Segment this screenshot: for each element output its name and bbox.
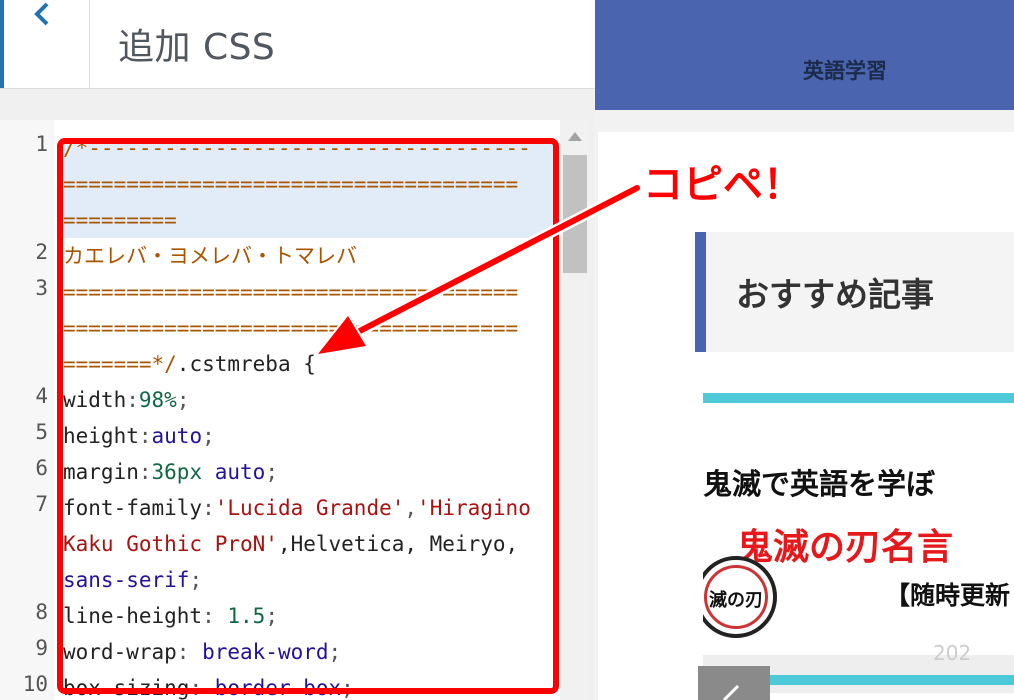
thumbnail-top-bar xyxy=(703,393,1014,403)
code-line: =======*/.cstmreba { xyxy=(63,352,316,376)
section-title: おすすめ記事 xyxy=(736,275,934,314)
code-line: height:auto; xyxy=(63,424,215,448)
code-line: /*----------------------------------- xyxy=(63,136,531,160)
line-number: 10 xyxy=(22,672,48,696)
code-line: ========= xyxy=(63,208,177,232)
edit-shortcut-button[interactable] xyxy=(698,666,770,700)
line-number: 5 xyxy=(35,420,48,444)
line-number: 2 xyxy=(35,240,48,264)
line-number: 9 xyxy=(35,636,48,660)
code-line: ==================================== xyxy=(63,280,519,304)
back-button[interactable] xyxy=(0,0,90,88)
code-line: margin:36px auto; xyxy=(63,460,278,484)
customizer-panel: 追加 CSS 1 2 3 4 5 6 7 8 9 10 /*----------… xyxy=(0,0,595,700)
line-number: 1 xyxy=(35,132,48,156)
chevron-left-icon xyxy=(34,2,49,26)
site-preview: 英語学習 おすすめ記事 鬼滅で英語を学ぼ 鬼滅の刃名言 【随時更新 滅の刃 20… xyxy=(595,0,1014,700)
code-line: ==================================== xyxy=(63,316,519,340)
scroll-up-arrow-icon[interactable] xyxy=(568,132,582,141)
logo-text: 滅の刃 xyxy=(709,590,763,611)
section-heading-box: おすすめ記事 xyxy=(695,232,1014,352)
article-thumbnail[interactable]: 鬼滅で英語を学ぼ 鬼滅の刃名言 【随時更新 滅の刃 202 xyxy=(703,393,1014,693)
pencil-icon xyxy=(722,684,740,700)
thumbnail-subtitle: 【随時更新 xyxy=(885,581,1011,610)
code-line: sans-serif; xyxy=(63,568,203,592)
line-number: 4 xyxy=(35,384,48,408)
code-line: word-wrap: break-word; xyxy=(63,640,342,664)
line-number: 6 xyxy=(35,456,48,480)
line-number: 7 xyxy=(35,492,48,516)
code-line: カエレバ・ヨメレバ・トマレバ xyxy=(63,244,357,268)
thumbnail-headline: 鬼滅で英語を学ぼ xyxy=(703,467,936,501)
scroll-thumb[interactable] xyxy=(563,155,587,273)
line-number-gutter: 1 2 3 4 5 6 7 8 9 10 xyxy=(0,120,54,700)
panel-header: 追加 CSS xyxy=(0,0,595,89)
site-header: 英語学習 xyxy=(595,0,1014,110)
article-date: 202 xyxy=(933,641,972,665)
editor-scrollbar[interactable] xyxy=(560,120,590,700)
line-number: 3 xyxy=(35,276,48,300)
code-line: line-height: 1.5; xyxy=(63,604,278,628)
kimetsu-logo: 滅の刃 xyxy=(703,556,777,638)
code-line: ==================================== xyxy=(63,172,519,196)
line-number: 8 xyxy=(35,600,48,624)
page-title: 追加 CSS xyxy=(118,27,276,68)
css-code-editor[interactable]: /*----------------------------------- ==… xyxy=(54,120,560,700)
code-line: Kaku Gothic ProN',Helvetica, Meiryo, xyxy=(63,532,519,556)
code-line: width:98%; xyxy=(63,388,190,412)
annotation-label: コピペ！ xyxy=(643,162,803,208)
code-line: box-sizing: border-box; xyxy=(63,676,354,700)
code-line: font-family:'Lucida Grande','Hiragino xyxy=(63,496,531,520)
thumbnail-red-title: 鬼滅の刃名言 xyxy=(737,527,954,568)
site-title[interactable]: 英語学習 xyxy=(595,55,1014,85)
